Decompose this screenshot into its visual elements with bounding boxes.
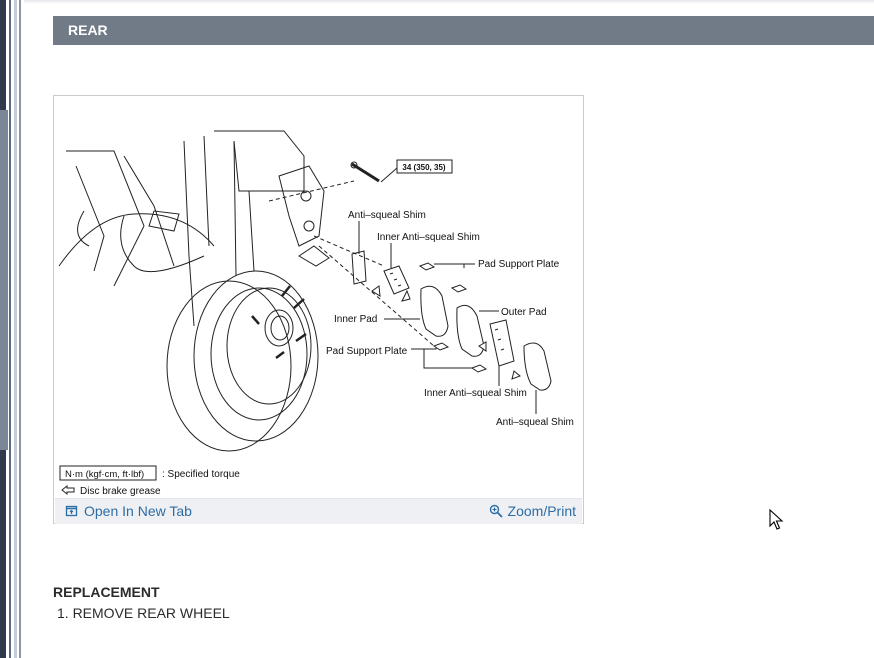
legend-torque-unit: N·m (kgf·cm, ft·lbf) [65, 469, 144, 480]
edge-bar [19, 0, 21, 658]
replacement-heading: REPLACEMENT [53, 584, 160, 600]
zoom-icon [489, 504, 503, 518]
zoom-print-button[interactable]: Zoom/Print [489, 503, 576, 519]
open-new-tab-icon [65, 504, 79, 518]
edge-bar [9, 0, 11, 658]
callout-inner-pad: Inner Pad [334, 314, 377, 325]
callout-inner-anti-squeal-shim-top: Inner Anti–squeal Shim [377, 232, 480, 243]
zoom-print-label: Zoom/Print [507, 503, 576, 519]
brake-diagram-figure: 34 (350, 35) Anti–squeal Shim Inner Anti… [53, 95, 584, 524]
procedure-step: 1. REMOVE REAR WHEEL [57, 605, 230, 621]
window-left-edge [0, 0, 24, 658]
callout-pad-support-plate-bottom: Pad Support Plate [326, 346, 408, 357]
figure-footer: Open In New Tab Zoom/Print [55, 498, 582, 524]
grease-arrow-icon [61, 484, 75, 496]
callout-anti-squeal-shim-top: Anti–squeal Shim [348, 210, 426, 221]
callout-inner-anti-squeal-shim-bottom: Inner Anti–squeal Shim [424, 388, 527, 399]
brake-exploded-diagram[interactable]: 34 (350, 35) Anti–squeal Shim Inner Anti… [54, 96, 583, 496]
callout-outer-pad: Outer Pad [501, 307, 547, 318]
mouse-cursor-icon [769, 509, 784, 530]
open-in-new-tab-label: Open In New Tab [84, 503, 192, 519]
edge-bar [14, 0, 17, 658]
section-header-rear: REAR [53, 16, 874, 45]
callout-pad-support-plate-top: Pad Support Plate [478, 259, 560, 270]
legend-torque-desc: : Specified torque [162, 469, 240, 480]
torque-callout: 34 (350, 35) [402, 163, 445, 172]
edge-block [0, 110, 8, 450]
legend-grease-desc: Disc brake grease [80, 486, 161, 496]
top-divider [24, 0, 874, 4]
callout-anti-squeal-shim-bottom: Anti–squeal Shim [496, 417, 574, 428]
open-in-new-tab-button[interactable]: Open In New Tab [65, 503, 192, 519]
